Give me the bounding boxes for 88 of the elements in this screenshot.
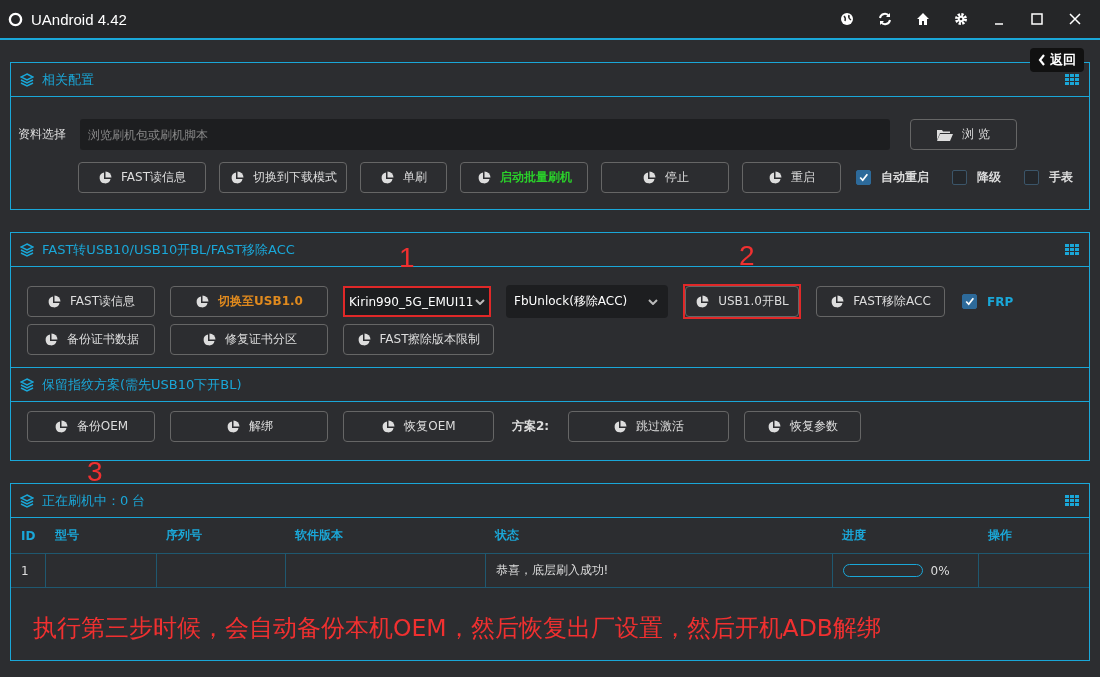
pie-chart-icon <box>830 294 845 309</box>
action-button[interactable]: 切换到下载模式 <box>219 162 347 193</box>
section-title: 保留指纹方案(需先USB10下开BL) <box>42 375 242 394</box>
action-button[interactable]: 解绑 <box>170 411 328 442</box>
action-button[interactable]: USB1.0开BL <box>685 286 799 317</box>
checkbox[interactable] <box>952 170 967 185</box>
back-button[interactable]: 返回 <box>1030 48 1084 72</box>
chevron-down-icon <box>475 298 485 305</box>
plan-label: 方案2: <box>512 418 550 435</box>
table-cell: 恭喜，底层刷入成功! <box>485 553 832 588</box>
chevron-down-icon <box>648 298 658 305</box>
chevron-left-icon <box>1038 54 1046 66</box>
pie-chart-icon <box>53 419 68 434</box>
field-label: 资料选择 <box>18 126 67 143</box>
close-icon[interactable] <box>1068 12 1082 26</box>
column-header[interactable]: 操作 <box>978 518 1089 554</box>
pie-chart-icon <box>201 332 216 347</box>
action-button[interactable]: 修复证书分区 <box>170 324 328 355</box>
annotation-number: 2 <box>739 242 755 270</box>
action-button[interactable]: 单刷 <box>360 162 447 193</box>
folder-icon <box>937 128 954 141</box>
action-button[interactable]: 备份证书数据 <box>27 324 155 355</box>
pie-chart-icon <box>98 170 112 185</box>
checkbox-option[interactable]: FRP <box>962 294 1014 309</box>
column-header[interactable]: 序列号 <box>156 518 285 554</box>
action-button[interactable]: FAST擦除版本限制 <box>343 324 494 355</box>
checkbox-option[interactable]: 手表 <box>1024 169 1073 186</box>
checkbox[interactable] <box>1024 170 1039 185</box>
pie-chart-icon <box>767 419 782 434</box>
checkbox-option[interactable]: 降级 <box>952 169 1001 186</box>
layers-icon <box>20 493 34 508</box>
layers-icon <box>20 377 34 392</box>
pie-chart-icon <box>47 294 61 309</box>
settings-icon[interactable] <box>954 12 968 26</box>
annotation-number: 1 <box>399 244 415 272</box>
maximize-icon[interactable] <box>1030 12 1044 26</box>
refresh-icon[interactable] <box>878 12 892 26</box>
instruction-note: 执行第三步时候，会自动备份本机OEM，然后恢复出厂设置，然后开机ADB解绑 <box>32 613 882 644</box>
action-button[interactable]: 跳过激活 <box>568 411 730 442</box>
layers-icon <box>20 72 34 87</box>
pie-chart-icon <box>641 170 656 185</box>
annotation-number: 3 <box>87 458 103 486</box>
action-button[interactable]: 切换至USB1.0 <box>170 286 328 317</box>
action-button[interactable]: 恢复OEM <box>343 411 494 442</box>
column-header[interactable]: 型号 <box>45 518 156 554</box>
pie-chart-icon <box>43 332 58 347</box>
pie-chart-icon <box>768 170 782 185</box>
action-button[interactable]: 停止 <box>601 162 729 193</box>
pie-chart-icon <box>476 170 491 185</box>
action-button[interactable]: 重启 <box>742 162 841 193</box>
pie-chart-icon <box>613 419 628 434</box>
layers-icon <box>20 242 34 257</box>
action-button[interactable]: FAST读信息 <box>78 162 206 193</box>
progress-percent: 0% <box>930 563 950 578</box>
panel-title: 正在刷机中：0 台 <box>42 491 146 510</box>
pie-chart-icon <box>356 332 371 347</box>
checkbox[interactable] <box>962 294 977 309</box>
grid-icon[interactable] <box>1065 244 1079 255</box>
column-header[interactable]: 状态 <box>485 518 832 554</box>
panel-title: FAST转USB10/USB10开BL/FAST移除ACC <box>42 240 295 259</box>
browse-button[interactable]: 浏 览 <box>910 119 1017 150</box>
unlock-method-dropdown[interactable]: FbUnlock(移除ACC) <box>506 285 668 318</box>
checkbox-option[interactable]: 自动重启 <box>856 169 929 186</box>
home-icon[interactable] <box>916 12 930 26</box>
action-button[interactable]: 启动批量刷机 <box>460 162 588 193</box>
pie-chart-icon <box>225 419 240 434</box>
pie-chart-icon <box>380 170 394 185</box>
pie-chart-icon <box>381 419 396 434</box>
grid-icon[interactable] <box>1065 74 1079 85</box>
globe-icon[interactable] <box>840 12 854 26</box>
column-header[interactable]: 软件版本 <box>285 518 485 554</box>
panel-title: 相关配置 <box>42 70 94 89</box>
action-button[interactable]: 备份OEM <box>27 411 155 442</box>
grid-icon[interactable] <box>1065 495 1079 506</box>
window-title: UAndroid 4.42 <box>31 10 127 28</box>
action-button[interactable]: FAST读信息 <box>27 286 155 317</box>
pie-chart-icon <box>195 294 210 309</box>
action-button[interactable]: FAST移除ACC <box>816 286 945 317</box>
pie-chart-icon <box>695 294 710 309</box>
ring-logo-icon <box>8 11 23 27</box>
column-header[interactable]: ID <box>11 518 45 554</box>
column-header[interactable]: 进度 <box>832 518 978 554</box>
action-button[interactable]: 恢复参数 <box>744 411 862 442</box>
file-path-field[interactable]: 浏览刷机包或刷机脚本 <box>80 119 890 150</box>
table-cell: 1 <box>11 553 45 588</box>
pie-chart-icon <box>229 170 244 185</box>
chip-model-dropdown[interactable]: Kirin990_5G_EMUI11 <box>345 288 489 315</box>
checkbox[interactable] <box>856 170 871 185</box>
